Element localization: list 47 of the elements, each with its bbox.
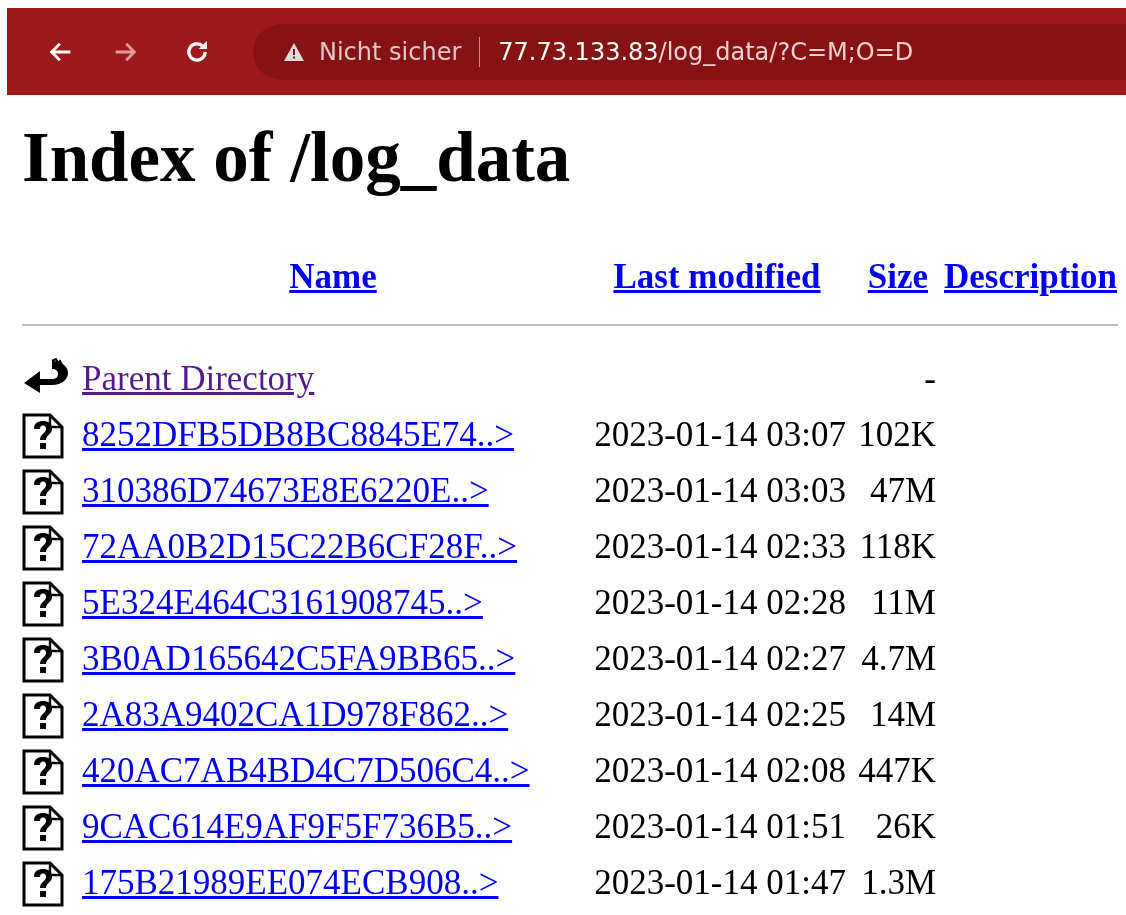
modified-date: 2023-01-14 01:51 <box>594 807 846 847</box>
file-size: 47M <box>869 471 936 511</box>
page-title: Index of /log_data <box>22 119 571 195</box>
column-header-link[interactable]: Description <box>944 257 1118 296</box>
warning-icon <box>283 41 305 62</box>
file-size: 1.3M <box>861 863 936 903</box>
unknown-file-icon <box>22 636 64 683</box>
parent-directory-link[interactable]: Parent Directory <box>82 359 315 399</box>
modified-date: 2023-01-14 02:28 <box>594 583 846 623</box>
file-size: - <box>924 359 936 399</box>
modified-date: 2023-01-14 01:47 <box>594 863 846 903</box>
column-header-link[interactable]: Name <box>289 257 377 296</box>
file-link[interactable]: 9CAC614E9AF9F5F736B5..> <box>82 807 513 847</box>
unknown-file-icon <box>22 748 64 795</box>
unknown-file-icon <box>22 468 64 515</box>
security-label: Nicht sicher <box>319 36 462 68</box>
file-size: 102K <box>858 415 936 455</box>
modified-date: 2023-01-14 03:03 <box>594 471 846 511</box>
file-link[interactable]: 2A83A9402CA1D978F862..> <box>82 695 509 735</box>
file-size: 4.7M <box>861 639 936 679</box>
column-header-link[interactable]: Last modified <box>613 257 821 296</box>
column-header-link[interactable]: Size <box>867 257 928 296</box>
file-link[interactable]: 310386D74673E8E6220E..> <box>82 471 489 511</box>
modified-date: 2023-01-14 02:25 <box>594 695 846 735</box>
file-link[interactable]: 3B0AD165642C5FA9BB65..> <box>82 639 516 679</box>
file-size: 447K <box>858 751 936 791</box>
file-size: 118K <box>859 527 936 567</box>
file-link[interactable]: 175B21989EE074ECB908..> <box>82 863 499 903</box>
unknown-file-icon <box>22 692 64 739</box>
file-link[interactable]: 420AC7AB4BD4C7D506C4..> <box>82 751 530 791</box>
file-size: 11M <box>871 583 936 623</box>
address-bar[interactable]: Nicht sicher 77.73.133.83/log_data/?C=M;O=D <box>253 23 1126 80</box>
modified-date: 2023-01-14 03:07 <box>594 415 846 455</box>
modified-date: 2023-01-14 02:08 <box>594 751 846 791</box>
file-size: 26K <box>875 807 936 847</box>
url-text: 77.73.133.83/log_data/?C=M;O=D <box>498 36 914 68</box>
unknown-file-icon <box>22 580 64 627</box>
modified-date: 2023-01-14 02:27 <box>594 639 846 679</box>
unknown-file-icon <box>22 412 64 459</box>
file-size: 14M <box>869 695 936 735</box>
file-link[interactable]: 5E324E464C3161908745..> <box>82 583 483 623</box>
file-link[interactable]: 8252DFB5DB8BC8845E74..> <box>82 415 514 455</box>
unknown-file-icon <box>22 860 64 907</box>
file-link[interactable]: 72AA0B2D15C22B6CF28F..> <box>82 527 518 567</box>
modified-date: 2023-01-14 02:33 <box>594 527 846 567</box>
unknown-file-icon <box>22 804 64 851</box>
unknown-file-icon <box>22 524 64 571</box>
